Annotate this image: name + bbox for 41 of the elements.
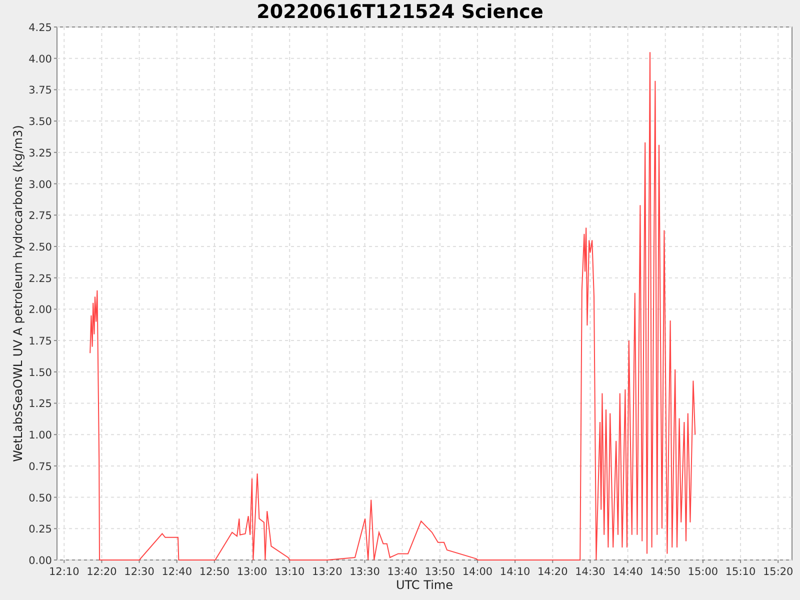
x-tick-label: 14:10	[500, 566, 530, 578]
x-tick-label: 13:40	[387, 566, 418, 578]
x-tick-label: 13:00	[236, 566, 268, 578]
y-tick-label: 2.75	[28, 210, 52, 222]
y-tick-label: 2.00	[28, 304, 52, 316]
x-tick-label: 12:50	[199, 566, 230, 578]
y-axis-label: WetLabsSeaOWL UV A petroleum hydrocarbons (kg/m3)	[11, 125, 25, 462]
x-tick-label: 14:30	[575, 566, 606, 578]
y-tick-label: 1.25	[28, 398, 52, 410]
x-tick-label: 13:30	[350, 566, 380, 578]
y-tick-label: 3.00	[28, 178, 52, 191]
y-tick-label: 1.50	[28, 366, 52, 379]
x-tick-label: 13:50	[424, 566, 456, 578]
x-tick-label: 13:20	[312, 566, 342, 578]
chart-title: 20220616T121524 Science	[256, 3, 544, 22]
x-tick-label: 12:30	[124, 566, 154, 578]
y-tick-label: 0.50	[28, 492, 52, 504]
x-tick-label: 14:40	[612, 566, 643, 578]
y-tick-label: 3.25	[28, 147, 52, 160]
y-tick-label: 2.50	[28, 241, 52, 254]
y-tick-label: 3.75	[28, 84, 52, 97]
x-axis-label: UTC Time	[396, 578, 453, 592]
y-tick-label: 1.00	[28, 430, 52, 442]
y-tick-label: 0.00	[28, 555, 52, 567]
x-tick-label: 15:00	[688, 566, 718, 578]
x-tick-label: 12:10	[49, 566, 80, 578]
y-tick-label: 4.25	[28, 22, 52, 34]
x-tick-label: 15:20	[762, 566, 794, 578]
y-tick-label: 1.75	[28, 336, 52, 348]
y-tick-label: 2.25	[28, 272, 52, 285]
x-tick-label: 14:20	[538, 566, 568, 578]
x-tick-label: 14:50	[650, 566, 680, 578]
x-tick-label: 15:10	[725, 566, 756, 578]
x-tick-label: 12:20	[86, 566, 117, 578]
x-tick-label: 12:40	[162, 566, 192, 578]
x-tick-label: 13:10	[274, 566, 305, 578]
y-tick-label: 0.75	[28, 460, 52, 473]
y-tick-label: 3.50	[28, 116, 52, 128]
y-tick-label: 4.00	[28, 53, 52, 66]
x-tick-label: 14:00	[462, 566, 493, 578]
y-tick-label: 0.25	[28, 524, 52, 536]
